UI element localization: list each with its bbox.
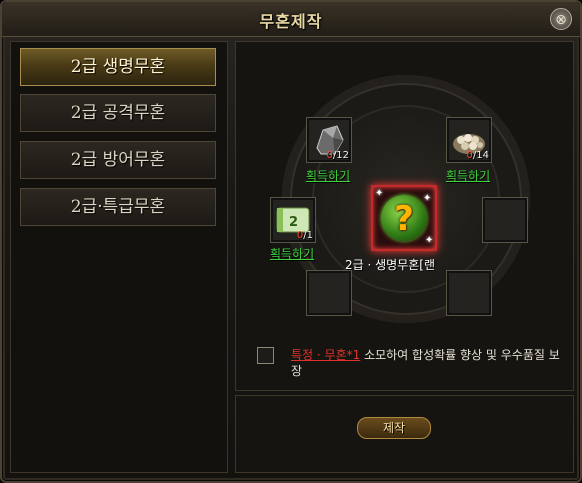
empty-material-slot [446,270,492,316]
sparkle-icon: ✦ [375,188,384,199]
title-bar[interactable]: 무혼제작 ⊗ [2,2,580,37]
unknown-item-icon: ? [381,195,427,241]
material-count: 0/12 [327,150,349,161]
special-soul-checkbox[interactable] [257,347,274,364]
material-slot-scroll[interactable]: 2 0/1 [270,197,316,243]
material-count: 0/1 [297,230,313,241]
craft-button[interactable]: 제작 [357,417,431,439]
material-slot-ore[interactable]: 0/12 [306,117,352,163]
tab-attack-soul[interactable]: 2급 공격무혼 [20,94,216,132]
result-slot[interactable]: ? ✦ ✦ ✦ [371,185,437,251]
empty-material-slot [306,270,352,316]
window-title: 무혼제작 [259,12,323,31]
material-slot-pearls[interactable]: 0/14 [446,117,492,163]
svg-text:2: 2 [289,215,298,230]
tab-defense-soul[interactable]: 2급 방어무혼 [20,141,216,179]
material-count: 0/14 [467,150,489,161]
tab-life-soul[interactable]: 2급 생명무혼 [20,48,216,86]
sparkle-icon: ✦ [423,193,432,204]
empty-material-slot [482,197,528,243]
tab-special-soul[interactable]: 2급·특급무혼 [20,188,216,226]
close-button[interactable]: ⊗ [550,8,572,30]
category-list: 2급 생명무혼 2급 공격무혼 2급 방어무혼 2급·특급무혼 [10,41,228,473]
special-soul-link[interactable]: 특정 · 무혼*1 [291,348,360,362]
question-mark-icon: ? [394,199,414,239]
material-need: /1 [303,230,313,241]
crafting-panel: 0/12 획득하기 0/14 획득하기 2 0/1 획득하기 ? ✦ ✦ ✦ 2… [235,41,574,391]
material-need: /12 [332,150,349,161]
sparkle-icon: ✦ [425,235,434,246]
crafting-window: 무혼제작 ⊗ 2급 생명무혼 2급 공격무혼 2급 방어무혼 2급·특급무혼 0… [0,0,582,483]
material-need: /14 [472,150,489,161]
acquire-link-pearls[interactable]: 획득하기 [446,167,490,184]
option-description: 특정 · 무혼*1 소모하여 합성확률 향상 및 우수품질 보장 [291,347,561,379]
acquire-link-scroll[interactable]: 획득하기 [270,245,314,262]
acquire-link-ore[interactable]: 획득하기 [306,167,350,184]
action-bar: 제작 [235,395,574,473]
result-item-name: 2급 · 생명무혼[랜 [345,258,436,272]
